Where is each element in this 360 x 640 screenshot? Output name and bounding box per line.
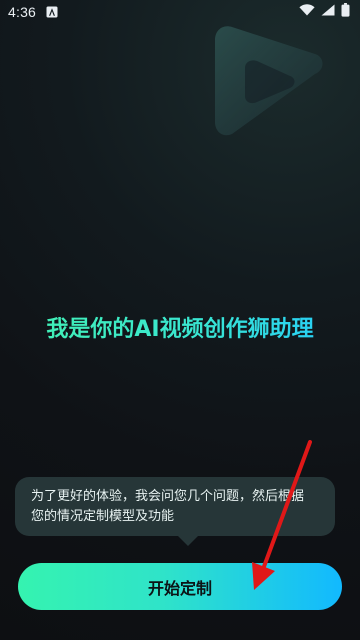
status-time: 4:36 [8,4,37,20]
a-notification-icon [46,6,58,18]
annotation-arrow-icon [252,440,312,590]
battery-icon [341,3,350,21]
play-logo-icon [175,10,335,150]
assistant-title: 我是你的AI视频创作狮助理 [0,316,360,344]
status-left: 4:36 [8,4,58,20]
